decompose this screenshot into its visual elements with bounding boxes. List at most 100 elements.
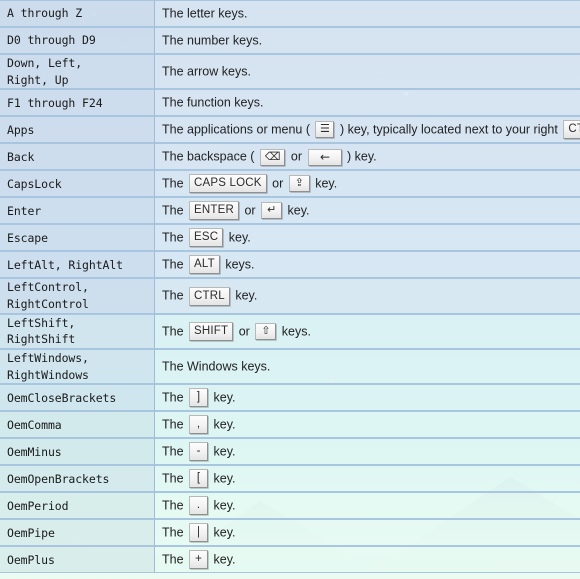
key-description-cell: The backspace ( ⌫ or ← ) key.	[155, 143, 580, 171]
key-name-cell: OemCloseBrackets	[0, 384, 155, 412]
table-row: OemCloseBrackets The ] key.	[0, 384, 580, 412]
key-name-cell: OemMinus	[0, 438, 155, 466]
key-name-cell: Down, Left, Right, Up	[0, 54, 155, 90]
key-name-text: Enter	[7, 203, 147, 220]
description-text: The Windows keys.	[162, 359, 271, 374]
description-text: ) key, typically located next to your ri…	[336, 122, 562, 137]
key-name-text: Apps	[7, 122, 147, 139]
key-name-cell: CapsLock	[0, 170, 155, 198]
key-name-text: LeftAlt, RightAlt	[7, 257, 147, 274]
description-text: key.	[210, 444, 236, 459]
description-text: The arrow keys.	[162, 64, 251, 79]
key-description-cell: The function keys.	[155, 89, 580, 117]
key-name-line: LeftShift, RightShift	[7, 315, 76, 347]
description-text: key.	[284, 203, 310, 218]
table-row: OemPlus The + key.	[0, 546, 580, 574]
key-name-cell: OemPeriod	[0, 492, 155, 520]
key-name-text: OemMinus	[7, 444, 147, 461]
key-name-cell: LeftWindows, RightWindows	[0, 349, 155, 385]
description-text: The	[162, 289, 188, 304]
period-key-icon: .	[189, 496, 209, 516]
table-row: Enter The ENTER or ↵ key.	[0, 197, 580, 225]
key-name-cell: Enter	[0, 197, 155, 225]
key-name-line: LeftWindows, RightWindows	[7, 351, 89, 382]
description-text: key.	[311, 176, 338, 191]
description-text: The	[162, 444, 188, 459]
key-description-cell: The ] key.	[155, 384, 580, 412]
key-description-cell: The , key.	[155, 411, 580, 439]
description-text: The	[162, 471, 188, 486]
description-text: or	[241, 203, 260, 218]
key-description-cell: The applications or menu ( ☰ ) key, typi…	[155, 116, 580, 144]
key-name-line: F1 through F24	[7, 95, 103, 110]
description-text: The	[162, 176, 188, 191]
caps-lock-glyph-icon: ⇪	[288, 175, 310, 193]
key-description-cell: The [ key.	[155, 465, 580, 493]
description-text: The applications or menu (	[162, 122, 314, 137]
key-name-line: LeftAlt, RightAlt	[7, 257, 124, 272]
caps-lock-key-icon: CAPS LOCK	[189, 174, 267, 194]
description-text: The function keys.	[162, 96, 264, 111]
key-name-cell: OemPlus	[0, 546, 155, 574]
table-row: CapsLock The CAPS LOCK or ⇪ key.	[0, 170, 580, 198]
description-text: or	[268, 176, 287, 191]
description-text: key.	[210, 498, 236, 513]
description-text: The	[162, 390, 188, 405]
key-name-line: OemMinus	[7, 444, 62, 459]
key-description-cell: The CTRL key.	[155, 278, 580, 314]
table-row: LeftWindows, RightWindows The Windows key…	[0, 349, 580, 385]
description-text: or	[287, 150, 306, 165]
table-row: Escape The ESC key.	[0, 224, 580, 252]
key-name-line: CapsLock	[7, 176, 62, 191]
table-row: OemMinus The - key.	[0, 438, 580, 466]
key-name-cell: LeftAlt, RightAlt	[0, 251, 155, 279]
description-text: The letter keys.	[162, 6, 248, 21]
pipe-key-icon: |	[189, 523, 209, 543]
description-text: The	[162, 324, 188, 339]
key-name-cell: LeftControl, RightControl	[0, 278, 155, 314]
key-name-text: OemComma	[7, 417, 147, 434]
key-name-cell: Escape	[0, 224, 155, 252]
key-description-cell: The number keys.	[155, 27, 580, 54]
key-name-text: A through Z	[7, 5, 147, 22]
key-name-cell: D0 through D9	[0, 27, 155, 54]
description-text: The	[162, 525, 188, 540]
key-name-line: OemPlus	[7, 552, 55, 567]
table-row: OemPeriod The . key.	[0, 492, 580, 520]
return-arrow-icon: ↵	[261, 202, 283, 220]
description-text: The backspace (	[162, 150, 258, 165]
key-name-line: Escape	[7, 230, 48, 245]
table-row: F1 through F24 The function keys.	[0, 89, 580, 117]
key-name-cell: A through Z	[0, 0, 155, 27]
key-name-text: LeftWindows, RightWindows	[7, 350, 147, 383]
key-name-text: OemPlus	[7, 552, 147, 569]
description-text: keys.	[278, 324, 311, 339]
key-description-cell: The letter keys.	[155, 0, 580, 27]
table-row: Down, Left, Right, Up The arrow keys.	[0, 54, 580, 90]
key-name-cell: F1 through F24	[0, 89, 155, 117]
description-text: key.	[231, 289, 258, 304]
open-bracket-key-icon: [	[189, 469, 209, 489]
key-name-cell: LeftShift, RightShift	[0, 313, 155, 350]
description-text: key.	[210, 417, 236, 432]
key-name-text: OemPeriod	[7, 498, 147, 515]
minus-key-icon: -	[189, 442, 209, 462]
key-name-text: Escape	[7, 230, 147, 247]
description-text: key.	[210, 390, 236, 405]
table-row: Apps The applications or menu ( ☰ ) key, …	[0, 116, 580, 144]
key-description-cell: The ALT keys.	[155, 251, 580, 279]
table-row: LeftAlt, RightAlt The ALT keys.	[0, 251, 580, 279]
key-name-cell: Back	[0, 143, 155, 171]
key-name-text: CapsLock	[7, 176, 147, 193]
description-text: The number keys.	[162, 33, 263, 48]
description-text: key.	[225, 230, 251, 245]
comma-key-icon: ,	[189, 415, 209, 435]
key-name-text: OemPipe	[7, 525, 147, 542]
table-row: Back The backspace ( ⌫ or ← ) key.	[0, 143, 580, 171]
key-description-cell: The - key.	[155, 438, 580, 466]
key-description-cell: The . key.	[155, 492, 580, 520]
key-reference-table-body: A through Z The letter keys. D0 through D9…	[0, 0, 580, 574]
key-description-cell: The SHIFT or ⇧ keys.	[155, 313, 580, 350]
key-name-line: Enter	[7, 203, 42, 218]
key-name-line: Down, Left,	[7, 56, 83, 70]
